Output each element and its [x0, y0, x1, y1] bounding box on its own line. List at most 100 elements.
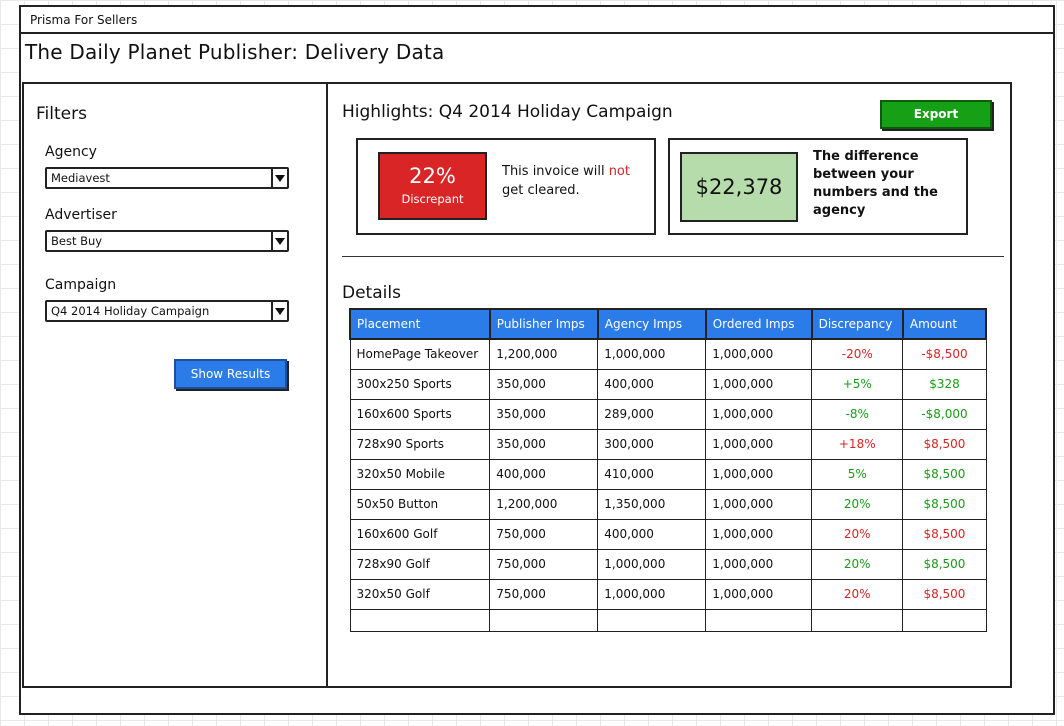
details-table-body: HomePage Takeover 1,200,000 1,000,000 1,000…	[349, 338, 987, 632]
cell-placement: 300x250 Sports	[349, 368, 491, 400]
table-row[interactable]: 160x600 Sports 350,000 289,000 1,000,000 -8%…	[349, 398, 987, 430]
column-header[interactable]: Discrepancy	[810, 308, 904, 340]
cell-agency: 1,350,000	[597, 488, 707, 520]
table-row[interactable]: 160x600 Golf 750,000 400,000 1,000,000 20% $8…	[349, 518, 987, 550]
page-title: The Daily Planet Publisher: Delivery Dat…	[25, 40, 445, 64]
agency-label: Agency	[45, 144, 97, 160]
invoice-text-not: not	[608, 164, 630, 179]
invoice-text-after: get cleared.	[502, 183, 580, 198]
column-header[interactable]: Publisher Imps	[488, 308, 599, 340]
cell-empty	[902, 608, 987, 632]
export-button[interactable]: Export	[880, 100, 992, 129]
cell-agency: 289,000	[597, 398, 707, 430]
cell-empty	[489, 608, 599, 632]
difference-amount: $22,378	[680, 152, 798, 222]
chevron-down-icon[interactable]	[271, 169, 287, 187]
cell-publisher: 750,000	[489, 548, 599, 580]
table-row[interactable]: 728x90 Sports 350,000 300,000 1,000,000 +18%…	[349, 428, 987, 460]
show-results-button[interactable]: Show Results	[174, 359, 287, 389]
cell-agency: 1,000,000	[597, 548, 707, 580]
details-title: Details	[342, 283, 401, 303]
cell-publisher: 350,000	[489, 428, 599, 460]
cell-ordered: 1,000,000	[705, 428, 813, 460]
column-header[interactable]: Agency Imps	[596, 308, 707, 340]
cell-placement: 160x600 Golf	[349, 518, 491, 550]
cell-discrepancy: 20%	[811, 488, 904, 520]
cell-discrepancy: 20%	[811, 548, 904, 580]
cell-amount: $8,500	[902, 428, 987, 460]
cell-empty	[597, 608, 707, 632]
discrepancy-card: 22% Discrepant This invoice will not get…	[356, 138, 656, 235]
campaign-label: Campaign	[45, 277, 117, 293]
cell-discrepancy: -8%	[811, 398, 904, 430]
cell-publisher: 350,000	[489, 398, 599, 430]
filters-panel: Filters Agency Mediavest Advertiser Best…	[24, 84, 328, 686]
cell-ordered: 1,000,000	[705, 368, 813, 400]
cell-placement: 50x50 Button	[349, 488, 491, 520]
table-row-empty	[349, 608, 987, 632]
cell-publisher: 1,200,000	[489, 338, 599, 370]
cell-discrepancy: 20%	[811, 518, 904, 550]
cell-placement: 728x90 Golf	[349, 548, 491, 580]
table-row[interactable]: 320x50 Golf 750,000 1,000,000 1,000,000 20% $…	[349, 578, 987, 610]
cell-discrepancy: +5%	[811, 368, 904, 400]
cell-placement: HomePage Takeover	[349, 338, 491, 370]
cell-agency: 400,000	[597, 518, 707, 550]
table-row[interactable]: 320x50 Mobile 400,000 410,000 1,000,000 5% $8…	[349, 458, 987, 490]
chevron-down-icon[interactable]	[271, 302, 287, 320]
chevron-down-icon[interactable]	[271, 232, 287, 250]
cell-discrepancy: +18%	[811, 428, 904, 460]
column-header[interactable]: Amount	[901, 308, 988, 340]
cell-amount: $8,500	[902, 458, 987, 490]
cell-agency: 300,000	[597, 428, 707, 460]
table-row[interactable]: 50x50 Button 1,200,000 1,350,000 1,000,000 2…	[349, 488, 987, 520]
window-title: Prisma For Sellers	[21, 7, 1053, 34]
cell-empty	[705, 608, 813, 632]
column-header[interactable]: Ordered Imps	[704, 308, 813, 340]
cell-amount: $8,500	[902, 488, 987, 520]
cell-ordered: 1,000,000	[705, 518, 813, 550]
cell-empty	[811, 608, 904, 632]
cell-ordered: 1,000,000	[705, 458, 813, 490]
cell-amount: $8,500	[902, 578, 987, 610]
difference-text: The difference between your numbers and …	[813, 149, 938, 218]
table-row[interactable]: 728x90 Golf 750,000 1,000,000 1,000,000 20% $…	[349, 548, 987, 580]
content-panel: Highlights: Q4 2014 Holiday Campaign Exp…	[328, 84, 1010, 686]
main-frame: Filters Agency Mediavest Advertiser Best…	[22, 82, 1012, 688]
filters-title: Filters	[36, 104, 87, 124]
discrepancy-percent: 22%	[409, 164, 456, 188]
cell-publisher: 350,000	[489, 368, 599, 400]
cell-amount: -$8,000	[902, 398, 987, 430]
highlights-title: Highlights: Q4 2014 Holiday Campaign	[342, 102, 673, 122]
cell-publisher: 750,000	[489, 518, 599, 550]
agency-select[interactable]: Mediavest	[45, 167, 289, 189]
campaign-select-value: Q4 2014 Holiday Campaign	[51, 304, 210, 318]
table-header-row: Placement Publisher Imps Agency Imps Ord…	[349, 308, 988, 340]
table-row[interactable]: HomePage Takeover 1,200,000 1,000,000 1,000…	[349, 338, 987, 370]
invoice-text-before: This invoice will	[502, 164, 609, 179]
invoice-status-text: This invoice will not get cleared.	[502, 162, 652, 200]
difference-card: $22,378 The difference between your numb…	[668, 138, 968, 235]
advertiser-label: Advertiser	[45, 207, 117, 223]
cell-discrepancy: 5%	[811, 458, 904, 490]
cell-placement: 320x50 Golf	[349, 578, 491, 610]
advertiser-select-value: Best Buy	[51, 234, 103, 248]
table-row[interactable]: 300x250 Sports 350,000 400,000 1,000,000 +5%…	[349, 368, 987, 400]
cell-agency: 400,000	[597, 368, 707, 400]
discrepancy-badge: 22% Discrepant	[378, 152, 487, 220]
cell-amount: $328	[902, 368, 987, 400]
cell-discrepancy: 20%	[811, 578, 904, 610]
cell-agency: 1,000,000	[597, 578, 707, 610]
agency-select-value: Mediavest	[51, 171, 110, 185]
cell-ordered: 1,000,000	[705, 548, 813, 580]
cell-ordered: 1,000,000	[705, 338, 813, 370]
cell-empty	[349, 608, 491, 632]
cell-amount: $8,500	[902, 518, 987, 550]
advertiser-select[interactable]: Best Buy	[45, 230, 289, 252]
cell-discrepancy: -20%	[811, 338, 904, 370]
cell-placement: 160x600 Sports	[349, 398, 491, 430]
campaign-select[interactable]: Q4 2014 Holiday Campaign	[45, 300, 289, 322]
cell-ordered: 1,000,000	[705, 578, 813, 610]
column-header[interactable]: Placement	[349, 308, 491, 340]
cell-publisher: 400,000	[489, 458, 599, 490]
